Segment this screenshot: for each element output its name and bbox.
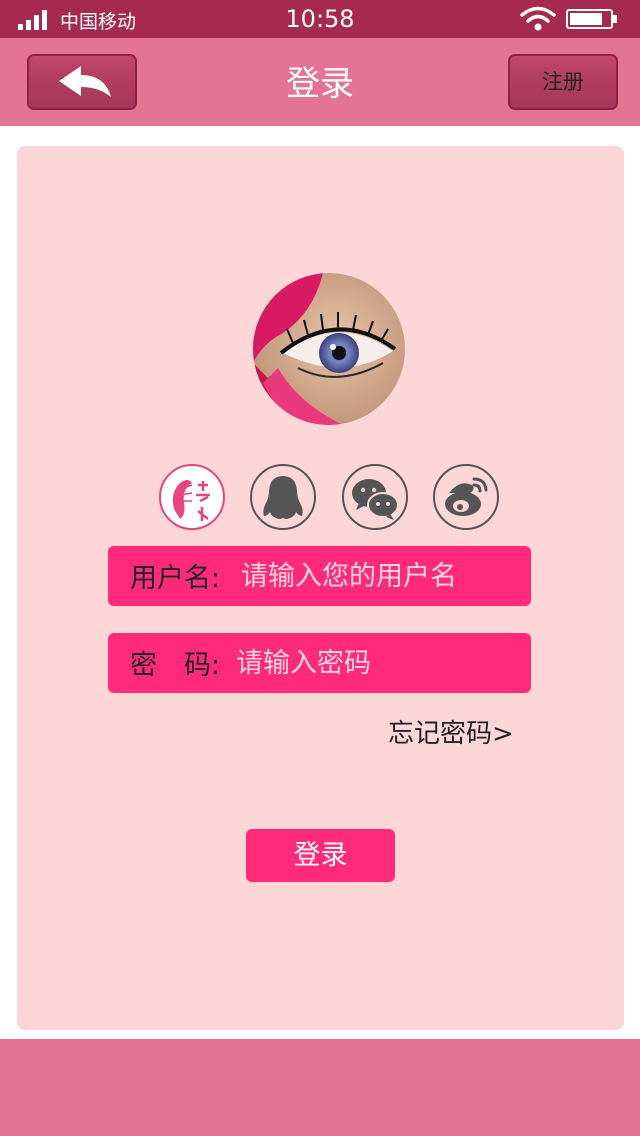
footer-bar	[0, 1039, 640, 1136]
avatar-image	[253, 273, 405, 425]
status-bar: 中国移动 10:58	[0, 0, 640, 38]
username-input[interactable]	[241, 554, 521, 598]
login-button[interactable]: 登录	[246, 829, 395, 882]
wechat-icon[interactable]	[341, 463, 409, 531]
username-field: 用户名:	[108, 546, 531, 606]
register-button[interactable]: 注册	[508, 54, 618, 110]
qq-icon[interactable]	[249, 463, 317, 531]
password-input[interactable]	[236, 641, 521, 685]
forgot-password-link[interactable]: 忘记密码>	[388, 713, 514, 750]
password-label: 密 码:	[130, 650, 221, 681]
battery-icon	[566, 9, 617, 29]
weibo-icon[interactable]	[432, 463, 500, 531]
brand-logo-icon[interactable]	[158, 463, 226, 531]
app-header: 登录 注册	[0, 38, 640, 126]
username-label: 用户名:	[130, 563, 221, 594]
password-field: 密 码:	[108, 633, 531, 693]
wifi-icon	[520, 6, 556, 31]
